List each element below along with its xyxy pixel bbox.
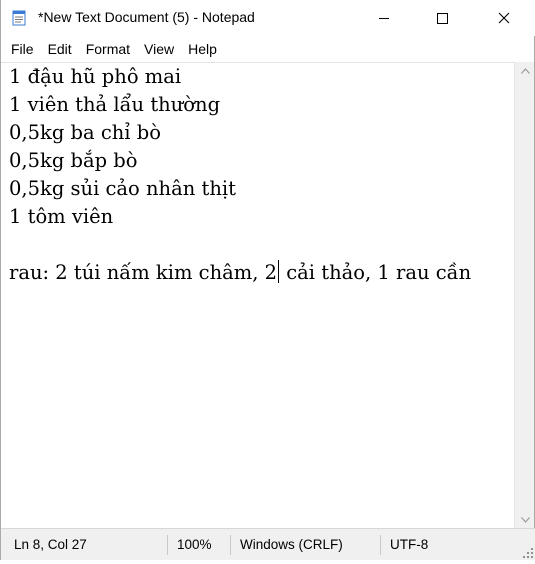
close-icon xyxy=(498,12,509,24)
text-line-current[interactable]: rau: 2 túi nấm kim châm, 2 cải thảo, 1 r… xyxy=(9,259,471,287)
menu-bar: File Edit Format View Help xyxy=(1,36,535,62)
title-bar[interactable]: *New Text Document (5) - Notepad xyxy=(1,0,535,36)
minimize-button[interactable] xyxy=(355,0,413,36)
text-line[interactable]: 1 viên thả lẩu thường xyxy=(9,91,220,119)
line-ending: Windows (CRLF) xyxy=(240,537,343,552)
status-bar: Ln 8, Col 27 100% Windows (CRLF) UTF-8 xyxy=(1,528,535,560)
maximize-icon xyxy=(437,13,448,24)
status-divider xyxy=(380,535,381,555)
window-title: *New Text Document (5) - Notepad xyxy=(38,9,255,25)
resize-grip-icon[interactable] xyxy=(522,546,534,558)
text-caret xyxy=(278,260,280,283)
menu-view[interactable]: View xyxy=(136,36,180,62)
vertical-scrollbar[interactable] xyxy=(514,62,534,528)
encoding: UTF-8 xyxy=(390,537,429,552)
scroll-down-button[interactable] xyxy=(515,511,535,528)
scroll-up-button[interactable] xyxy=(515,62,535,79)
text-editor[interactable]: 1 đậu hũ phô mai 1 viên thả lẩu thường 0… xyxy=(1,62,514,528)
text-before-caret: rau: 2 túi nấm kim châm, 2 xyxy=(9,261,278,284)
menu-file[interactable]: File xyxy=(1,36,40,62)
minimize-icon xyxy=(379,18,389,19)
maximize-button[interactable] xyxy=(413,0,471,36)
chevron-up-icon xyxy=(520,67,530,74)
menu-edit[interactable]: Edit xyxy=(40,36,78,62)
notepad-window: *New Text Document (5) - Notepad File Ed… xyxy=(0,0,535,560)
text-line[interactable]: 0,5kg bắp bò xyxy=(9,147,138,175)
text-line[interactable]: 0,5kg ba chỉ bò xyxy=(9,119,161,147)
chevron-down-icon xyxy=(520,516,530,523)
status-divider xyxy=(230,535,231,555)
text-after-caret: cải thảo, 1 rau cần xyxy=(280,261,472,284)
text-line[interactable]: 1 tôm viên xyxy=(9,203,113,231)
menu-help[interactable]: Help xyxy=(180,36,223,62)
zoom-level: 100% xyxy=(177,537,212,552)
menu-format[interactable]: Format xyxy=(78,36,136,62)
close-button[interactable] xyxy=(471,0,535,36)
status-divider xyxy=(167,535,168,555)
text-line[interactable]: 1 đậu hũ phô mai xyxy=(9,63,181,91)
cursor-position: Ln 8, Col 27 xyxy=(14,537,87,552)
text-line[interactable]: 0,5kg sủi cảo nhân thịt xyxy=(9,175,236,203)
notepad-icon[interactable] xyxy=(11,10,27,26)
